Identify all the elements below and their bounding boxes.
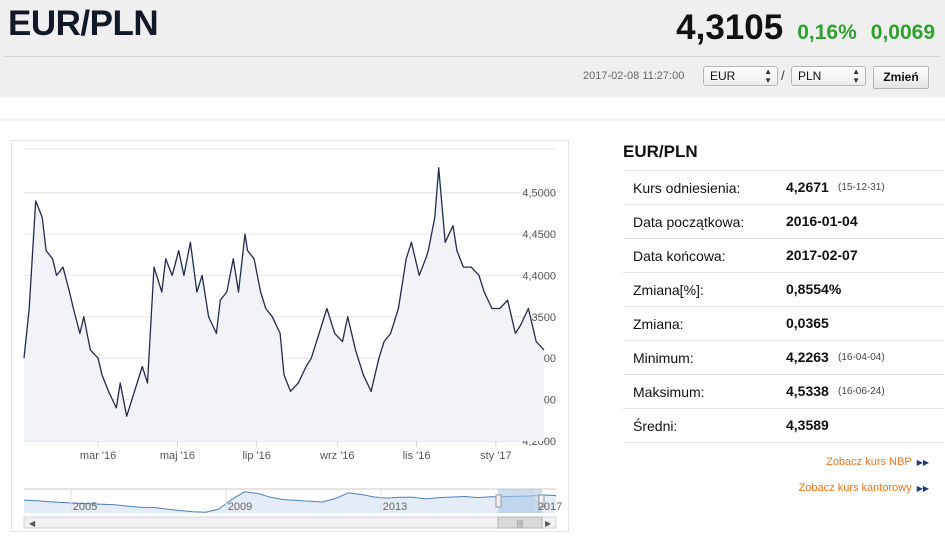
y-tick-label: 4,4000 — [522, 270, 556, 282]
stats-divider — [623, 442, 944, 443]
navigator-tick-label: 2005 — [73, 501, 97, 513]
from-currency-select[interactable]: EUR ▲ ▼ — [703, 66, 778, 86]
stats-row: Kurs odniesienia: 4,2671 (15-12-31) — [623, 171, 944, 205]
x-tick-label: wrz '16 — [319, 450, 355, 462]
y-tick-label: 4,5000 — [522, 188, 556, 200]
stats-label: Kurs odniesienia: — [633, 180, 741, 196]
stats-label: Data końcowa: — [633, 248, 726, 264]
current-rate: 4,3105 — [676, 8, 784, 47]
stats-note: (16-04-04) — [838, 352, 885, 363]
exchange-office-rate-link-label: Zobacz kurs kantorowy — [798, 482, 912, 494]
stats-row: Minimum: 4,2263 (16-04-04) — [623, 341, 944, 375]
pair-title: EUR/PLN — [8, 4, 159, 43]
stats-label: Zmiana[%]: — [633, 282, 704, 298]
scroll-grip-icon: ||| — [517, 519, 523, 528]
x-tick-label: mar '16 — [80, 450, 116, 462]
stats-value: 4,3589 — [786, 417, 829, 433]
header-divider — [4, 56, 941, 57]
stats-value: 4,2671 — [786, 179, 829, 195]
stats-value: 4,5338 — [786, 383, 829, 399]
nbp-rate-link[interactable]: Zobacz kurs NBP ▶▶ — [826, 456, 929, 468]
navigator-range — [498, 489, 542, 513]
quote-values: 4,3105 0,16% 0,0069 — [676, 8, 935, 48]
from-currency-value: EUR — [710, 69, 736, 83]
stats-label: Zmiana: — [633, 316, 684, 332]
stats-value: 2016-01-04 — [786, 213, 858, 229]
x-tick-label: maj '16 — [160, 450, 195, 462]
navigator-tick-label: 2009 — [228, 501, 252, 513]
rate-chart: 4,20004,25004,30004,35004,40004,45004,50… — [11, 140, 569, 532]
change-absolute: 0,0069 — [870, 21, 935, 44]
stats-value: 0,8554% — [786, 281, 842, 297]
navigator-tick-label: 2017 — [538, 501, 562, 513]
navigator-scrollbar — [23, 516, 557, 529]
x-tick-label: sty '17 — [480, 450, 511, 462]
stats-title: EUR/PLN — [623, 142, 698, 161]
change-pair-button[interactable]: Zmień — [873, 66, 929, 89]
x-tick-label: lip '16 — [242, 450, 270, 462]
stats-row: Zmiana[%]: 0,8554% — [623, 273, 944, 307]
stats-row: Maksimum: 4,5338 (16-06-24) — [623, 375, 944, 409]
navigator-handle — [495, 494, 502, 508]
stats-value: 0,0365 — [786, 315, 829, 331]
scroll-right-icon: ▶ — [545, 519, 552, 528]
stats-label: Data początkowa: — [633, 214, 745, 230]
series-area — [24, 167, 544, 442]
exchange-office-rate-link[interactable]: Zobacz kurs kantorowy ▶▶ — [799, 482, 929, 494]
stats-label: Maksimum: — [633, 384, 705, 400]
double-arrow-icon: ▶▶ — [916, 484, 929, 493]
stats-row: Data końcowa: 2017-02-07 — [623, 239, 944, 273]
navigator-area — [24, 491, 556, 513]
stats-note: (15-12-31) — [838, 182, 885, 193]
y-tick-label: 4,4500 — [522, 229, 556, 241]
double-arrow-icon: ▶▶ — [916, 458, 929, 467]
stats-label: Średni: — [633, 418, 678, 434]
chart-svg: 4,20004,25004,30004,35004,40004,45004,50… — [23, 148, 562, 529]
currency-separator: / — [781, 68, 785, 83]
stats-value: 2017-02-07 — [786, 247, 858, 263]
stats-row: Średni: 4,3589 — [623, 409, 944, 443]
stats-label: Minimum: — [633, 350, 694, 366]
quote-timestamp: 2017-02-08 11:27:00 — [583, 70, 685, 82]
quote-header: EUR/PLN 4,3105 0,16% 0,0069 2017-02-08 11:… — [0, 0, 945, 98]
nbp-rate-link-label: Zobacz kurs NBP — [826, 456, 912, 468]
stats-note: (16-06-24) — [838, 386, 885, 397]
stats-row: Zmiana: 0,0365 — [623, 307, 944, 341]
x-tick-label: lis '16 — [403, 450, 431, 462]
navigator-tick-label: 2013 — [383, 501, 407, 513]
to-currency-value: PLN — [798, 69, 822, 83]
to-currency-select[interactable]: PLN ▲ ▼ — [791, 66, 866, 86]
stats-value: 4,2263 — [786, 349, 829, 365]
change-percent: 0,16% — [797, 21, 857, 44]
select-arrows-icon: ▲ ▼ — [764, 67, 772, 85]
scroll-left-icon: ◀ — [29, 519, 36, 528]
select-arrows-icon: ▲ ▼ — [852, 67, 860, 85]
stats-row: Data początkowa: 2016-01-04 — [623, 205, 944, 239]
